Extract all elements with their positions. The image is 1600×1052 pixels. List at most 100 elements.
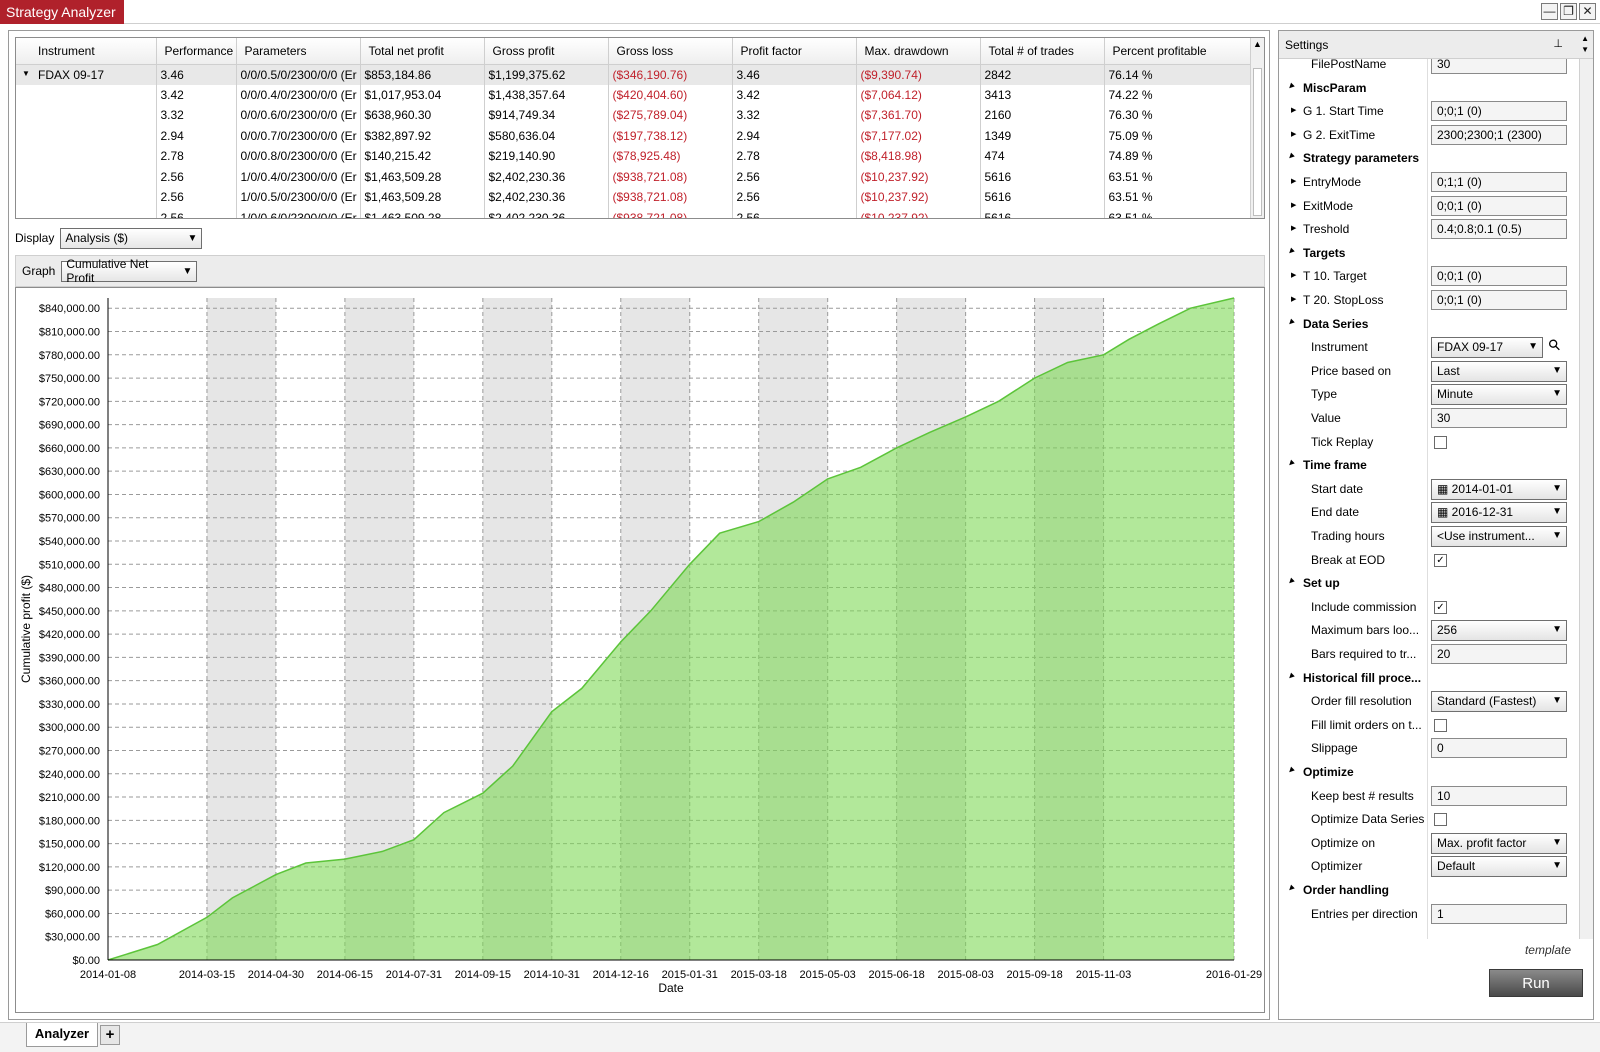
setting-field[interactable]: 0;0;1 (0) [1431, 101, 1567, 122]
setting-row[interactable]: Type Minute ▼ [1279, 383, 1579, 406]
setting-dropdown[interactable]: ▦ 2016-12-31 ▼ [1431, 502, 1567, 524]
settings-scrollbar[interactable] [1579, 59, 1593, 939]
setting-field[interactable]: 0 [1431, 738, 1567, 759]
setting-row[interactable]: Value 30 [1279, 407, 1579, 430]
setting-row[interactable]: Optimize Data Series [1279, 808, 1579, 831]
setting-field[interactable]: 0;0;1 (0) [1431, 290, 1567, 310]
table-row[interactable]: 2.56 1/0/0.4/0/2300/0/0 (Er $1,463,509.28 $… [16, 166, 1251, 187]
table-row[interactable]: 2.78 0/0/0.8/0/2300/0/0 (Er $140,215.42 $21… [16, 146, 1251, 167]
col-header[interactable]: Instrument [16, 38, 157, 65]
section-header[interactable]: ▼ MiscParam [1279, 77, 1579, 100]
setting-field[interactable]: 10 [1431, 785, 1567, 806]
section-header[interactable]: ▼ Optimize [1279, 761, 1579, 784]
col-header[interactable]: Max. drawdown [856, 38, 981, 65]
col-header[interactable]: Total net profit [360, 38, 485, 65]
setting-dropdown[interactable]: Minute ▼ [1431, 384, 1567, 406]
template-link[interactable]: template [1525, 943, 1571, 957]
table-row[interactable]: FDAX 09-17 ▼ 3.46 0/0/0.5/0/2300/0/0 (Er $85… [16, 64, 1251, 85]
minimize-button[interactable]: — [1541, 3, 1558, 20]
table-row[interactable]: 3.42 0/0/0.4/0/2300/0/0 (Er $1,017,953.04 $… [16, 84, 1251, 105]
setting-row[interactable]: Maximum bars loo... 256 ▼ [1279, 619, 1579, 642]
expand-icon[interactable]: ▶ [1291, 106, 1296, 114]
tab-analyzer[interactable]: Analyzer [26, 1023, 98, 1047]
setting-row[interactable]: Optimize on Max. profit factor ▼ [1279, 832, 1579, 855]
setting-row[interactable]: Tick Replay [1279, 431, 1579, 454]
section-header[interactable]: ▼ Time frame [1279, 454, 1579, 477]
setting-row[interactable]: Price based on Last ▼ [1279, 360, 1579, 383]
restore-button[interactable]: ❐ [1560, 3, 1577, 20]
setting-row[interactable]: Order fill resolution Standard (Fastest) ▼ [1279, 690, 1579, 713]
scroll-arrows-icon[interactable]: ▲ ▼ [1581, 33, 1589, 55]
setting-row[interactable]: ▶ ExitMode 0;0;1 (0) [1279, 195, 1579, 218]
setting-row[interactable]: FilePostName 30 [1279, 59, 1579, 76]
setting-checkbox[interactable] [1434, 813, 1447, 827]
setting-dropdown[interactable]: Last ▼ [1431, 360, 1567, 382]
section-header[interactable]: ▼ Set up [1279, 572, 1579, 595]
expand-icon[interactable]: ▶ [1291, 130, 1296, 138]
setting-field[interactable]: 30 [1431, 408, 1567, 428]
setting-row[interactable]: Break at EOD ✓ [1279, 549, 1579, 572]
collapse-icon[interactable]: ▼ [1285, 150, 1298, 163]
setting-field[interactable]: 30 [1431, 59, 1567, 74]
col-header[interactable]: Percent profitable [1104, 38, 1251, 65]
setting-row[interactable]: Start date ▦ 2014-01-01 ▼ [1279, 478, 1579, 501]
collapse-icon[interactable]: ▼ [1285, 315, 1298, 328]
col-header[interactable]: Total # of trades [980, 38, 1105, 65]
setting-row[interactable]: ▶ T 20. StopLoss 0;0;1 (0) [1279, 289, 1579, 312]
setting-row[interactable]: Fill limit orders on t... [1279, 714, 1579, 737]
section-header[interactable]: ▼ Historical fill proce... [1279, 667, 1579, 690]
setting-dropdown[interactable]: Max. profit factor ▼ [1431, 832, 1567, 854]
setting-dropdown[interactable]: ▦ 2014-01-01 ▼ [1431, 478, 1567, 500]
setting-checkbox[interactable]: ✓ [1434, 600, 1447, 614]
setting-row[interactable]: Trading hours <Use instrument... ▼ [1279, 525, 1579, 548]
setting-dropdown[interactable]: 256 ▼ [1431, 620, 1567, 642]
graph-select[interactable]: Cumulative Net Profit ▼ [61, 257, 198, 285]
results-scrollbar[interactable]: ▲ [1250, 38, 1264, 218]
expand-icon[interactable]: ▼ [22, 69, 30, 78]
collapse-icon[interactable]: ▼ [1285, 574, 1298, 587]
search-icon[interactable]: ⚲ [1544, 335, 1565, 356]
setting-checkbox[interactable]: ✓ [1434, 553, 1447, 567]
setting-row[interactable]: Entries per direction 1 [1279, 903, 1579, 926]
display-select[interactable]: Analysis ($) ▼ [60, 227, 203, 249]
scroll-thumb[interactable] [1253, 68, 1262, 216]
table-row[interactable]: 2.94 0/0/0.7/0/2300/0/0 (Er $382,897.92 $58… [16, 125, 1251, 146]
expand-icon[interactable]: ▶ [1291, 224, 1296, 232]
pin-icon[interactable]: ⊥ [1553, 37, 1563, 50]
setting-row[interactable]: Instrument FDAX 09-17 ▼ ⚲ [1279, 336, 1579, 359]
col-header[interactable]: Gross profit [484, 38, 609, 65]
add-tab-button[interactable]: + [100, 1025, 120, 1045]
col-header[interactable]: Profit factor [732, 38, 857, 65]
setting-row[interactable]: ▶ G 2. ExitTime 2300;2300;1 (2300) [1279, 124, 1579, 147]
table-row[interactable]: 2.56 1/0/0.6/0/2300/0/0 (Er $1,463,509.28 $… [16, 207, 1251, 218]
table-row[interactable]: 2.56 1/0/0.5/0/2300/0/0 (Er $1,463,509.28 $… [16, 187, 1251, 208]
setting-dropdown[interactable]: Default ▼ [1431, 856, 1567, 878]
close-button[interactable]: ✕ [1579, 3, 1596, 20]
setting-field[interactable]: 20 [1431, 644, 1567, 664]
run-button[interactable]: Run [1489, 969, 1583, 997]
section-header[interactable]: ▼ Targets [1279, 242, 1579, 265]
expand-icon[interactable]: ▶ [1291, 271, 1296, 279]
col-header[interactable]: Parameters [236, 38, 361, 65]
setting-field[interactable]: 1 [1431, 903, 1567, 924]
setting-row[interactable]: ▶ EntryMode 0;1;1 (0) [1279, 171, 1579, 194]
setting-row[interactable]: Keep best # results 10 [1279, 785, 1579, 808]
setting-field[interactable]: 0;1;1 (0) [1431, 172, 1567, 192]
setting-row[interactable]: End date ▦ 2016-12-31 ▼ [1279, 501, 1579, 524]
setting-field[interactable]: 2300;2300;1 (2300) [1431, 124, 1567, 145]
setting-row[interactable]: Optimizer Default ▼ [1279, 855, 1579, 878]
setting-field[interactable]: 0;0;1 (0) [1431, 266, 1567, 287]
setting-dropdown[interactable]: FDAX 09-17 ▼ [1431, 337, 1543, 359]
collapse-icon[interactable]: ▼ [1285, 669, 1298, 682]
setting-row[interactable]: ▶ T 10. Target 0;0;1 (0) [1279, 265, 1579, 288]
setting-dropdown[interactable]: <Use instrument... ▼ [1431, 526, 1567, 547]
expand-icon[interactable]: ▶ [1291, 201, 1296, 209]
setting-row[interactable]: Include commission ✓ [1279, 596, 1579, 619]
setting-checkbox[interactable] [1434, 435, 1447, 449]
setting-row[interactable]: ▶ G 1. Start Time 0;0;1 (0) [1279, 100, 1579, 123]
collapse-icon[interactable]: ▼ [1285, 244, 1298, 257]
collapse-icon[interactable]: ▼ [1285, 763, 1298, 776]
scroll-up-icon[interactable]: ▲ [1251, 38, 1264, 50]
setting-row[interactable]: ▶ Treshold 0.4;0.8;0.1 (0.5) [1279, 218, 1579, 241]
section-header[interactable]: ▼ Strategy parameters [1279, 147, 1579, 170]
